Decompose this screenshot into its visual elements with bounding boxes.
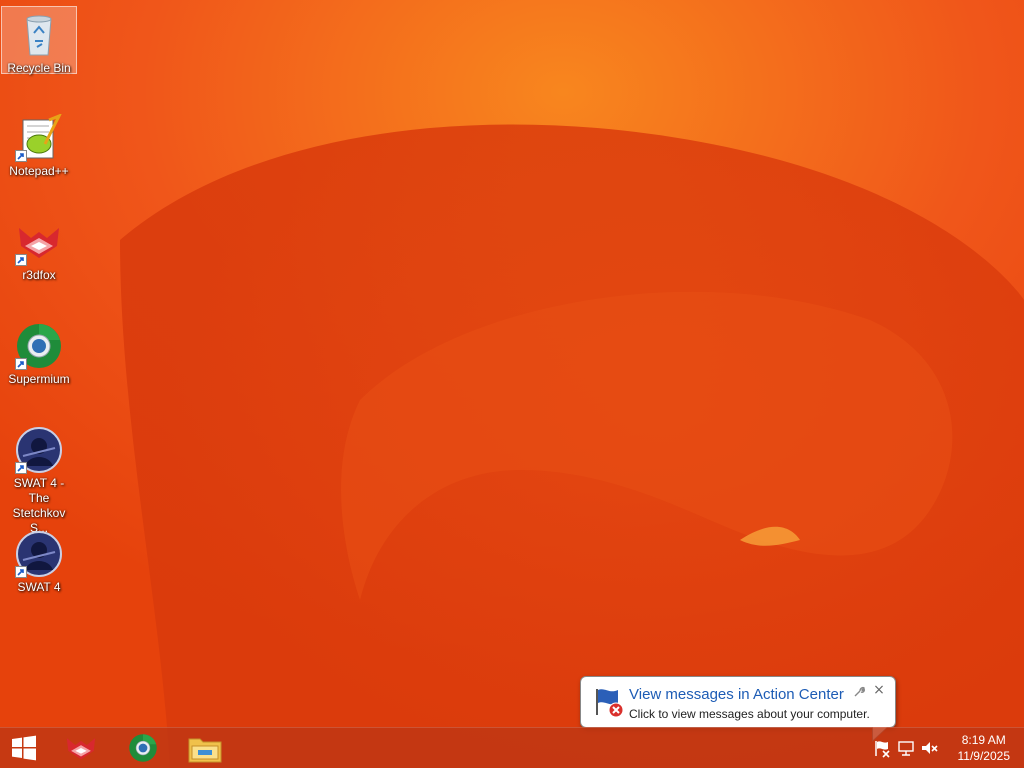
desktop-icon-label: Supermium — [8, 372, 70, 386]
network-icon[interactable] — [896, 738, 916, 758]
desktop-wallpaper — [0, 0, 1024, 768]
desktop-icon-notepad-plus-plus[interactable]: Notepad++ — [0, 110, 78, 179]
swat4-expansion-icon — [15, 426, 63, 474]
notification-title[interactable]: View messages in Action Center — [629, 686, 844, 703]
start-button[interactable] — [0, 728, 48, 768]
clock-time: 8:19 AM — [961, 733, 1006, 747]
desktop-icon-label: r3dfox — [22, 268, 56, 282]
desktop-icon-r3dfox[interactable]: r3dfox — [0, 214, 78, 283]
swat4-icon — [15, 530, 63, 578]
windows-start-icon — [12, 735, 36, 761]
shortcut-arrow-icon — [15, 566, 27, 578]
desktop-icon-label: Recycle Bin — [7, 61, 71, 75]
desktop-icon-supermium[interactable]: Supermium — [0, 318, 78, 387]
wrench-icon — [853, 685, 865, 697]
taskbar-supermium-button[interactable] — [114, 728, 172, 768]
taskbar: 8:19 AM 11/9/2025 — [0, 727, 1024, 768]
supermium-icon — [15, 322, 63, 370]
shortcut-arrow-icon — [15, 254, 27, 266]
r3dfox-icon — [66, 738, 96, 760]
system-clock[interactable]: 8:19 AM 11/9/2025 — [958, 732, 1011, 764]
desktop-icon-label: Notepad++ — [9, 164, 69, 178]
action-center-notification[interactable]: View messages in Action Center Click to … — [580, 676, 896, 742]
volume-muted-icon[interactable] — [920, 738, 940, 758]
taskbar-r3dfox-button[interactable] — [52, 728, 110, 768]
supermium-icon — [129, 734, 157, 762]
action-center-flag-icon[interactable] — [872, 738, 892, 758]
close-icon[interactable]: × — [871, 682, 887, 698]
shortcut-arrow-icon — [15, 358, 27, 370]
desktop-icon-swat4[interactable]: SWAT 4 — [0, 526, 78, 595]
recycle-bin-icon — [15, 11, 63, 59]
clock-date: 11/9/2025 — [957, 749, 1011, 763]
file-explorer-icon — [188, 738, 222, 763]
desktop-icon-swat4-expansion[interactable]: SWAT 4 - The Stetchkov S... — [0, 422, 78, 536]
desktop-icon-label: SWAT 4 — [17, 580, 61, 594]
notepad-plus-plus-icon — [15, 114, 63, 162]
r3dfox-icon — [15, 218, 63, 266]
shortcut-arrow-icon — [15, 462, 27, 474]
desktop-icon-recycle-bin[interactable]: Recycle Bin — [1, 6, 77, 75]
action-center-flag-icon — [591, 685, 625, 719]
notification-body: Click to view messages about your comput… — [629, 707, 870, 721]
taskbar-file-explorer-button[interactable] — [176, 728, 234, 768]
shortcut-arrow-icon — [15, 150, 27, 162]
